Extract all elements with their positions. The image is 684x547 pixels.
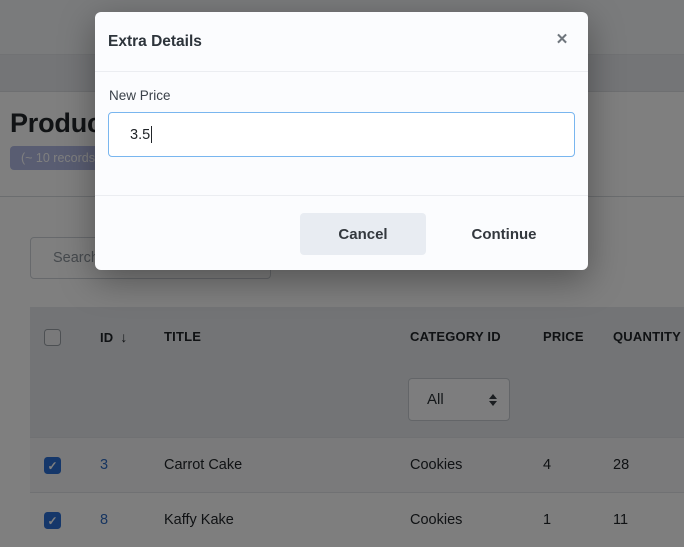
modal-body: New Price 3.5 bbox=[95, 72, 588, 195]
modal-title: Extra Details bbox=[108, 33, 202, 51]
new-price-label: New Price bbox=[109, 88, 575, 103]
text-caret bbox=[151, 126, 152, 143]
new-price-input[interactable]: 3.5 bbox=[108, 112, 575, 157]
new-price-value: 3.5 bbox=[130, 127, 150, 143]
close-icon[interactable]: ✕ bbox=[550, 28, 574, 52]
extra-details-modal: Extra Details ✕ New Price 3.5 Cancel Con… bbox=[95, 12, 588, 270]
cancel-button[interactable]: Cancel bbox=[300, 213, 426, 255]
modal-footer: Cancel Continue bbox=[95, 195, 588, 270]
modal-header: Extra Details ✕ bbox=[95, 12, 588, 72]
continue-button[interactable]: Continue bbox=[448, 213, 560, 255]
